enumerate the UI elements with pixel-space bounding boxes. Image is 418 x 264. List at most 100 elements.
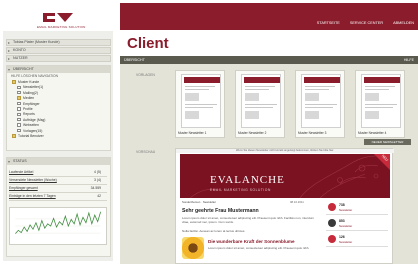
document-icon bbox=[17, 117, 21, 122]
overview-bar: ÜBERSICHT HILFE bbox=[120, 56, 418, 64]
tree-item-label: Tutorial Benutzer bbox=[18, 133, 44, 138]
thumbnail-header bbox=[244, 77, 280, 83]
status-row: Laufende Artikel 4 (5) bbox=[9, 169, 107, 177]
document-icon bbox=[17, 90, 21, 95]
preview-headline-2: Die wunderbare Kraft der Sonnenblume bbox=[208, 239, 295, 244]
status-row: Empfänger gesamt 34.559 bbox=[9, 185, 107, 193]
thumbnail-image bbox=[185, 93, 199, 101]
top-bar: STARTSEITE SERVICE CENTER ABMELDEN bbox=[120, 3, 418, 30]
badge-icon bbox=[328, 203, 336, 211]
new-newsletter-button[interactable]: NEUER NEWSLETTER bbox=[364, 139, 411, 145]
sunflower-image bbox=[182, 237, 204, 259]
side-text: Newsletter bbox=[339, 224, 353, 228]
status-value: 3 (4) bbox=[94, 178, 101, 182]
status-table: Laufende Artikel 4 (5) Versendete Newslet… bbox=[9, 169, 107, 201]
thumbnail-image bbox=[365, 93, 379, 101]
template-caption: Muster Newsletter 3 bbox=[298, 131, 327, 135]
document-icon bbox=[17, 101, 21, 106]
status-link[interactable]: Versendete Newsletter (Woche) bbox=[9, 177, 57, 184]
preview-headline: Sehr geehrte Frau Mustermann bbox=[182, 208, 259, 214]
nav-service-center[interactable]: SERVICE CENTER bbox=[350, 21, 383, 25]
document-icon bbox=[17, 123, 21, 127]
side-number: 738 bbox=[339, 203, 345, 207]
status-link[interactable]: Empfänger gesamt bbox=[9, 185, 38, 192]
status-link[interactable]: Laufende Artikel bbox=[9, 169, 33, 176]
thumbnail-line bbox=[185, 86, 215, 88]
preview-body: Nulla facilisi. Aenean ac lorem at lectu… bbox=[182, 229, 246, 233]
tree-item-label: Muster Kunde bbox=[18, 80, 40, 84]
document-icon bbox=[17, 128, 21, 133]
navigator-toolbar[interactable]: HILFE LÖSCHEN NAVIGATION bbox=[7, 73, 110, 79]
status-link[interactable]: Einträge in den letzten 7 Tagen bbox=[9, 193, 56, 200]
navigator-panel: ÜBERSICHT HILFE LÖSCHEN NAVIGATION Muste… bbox=[6, 65, 111, 151]
template-thumbnail bbox=[181, 74, 221, 128]
thumbnail-line bbox=[365, 107, 393, 109]
thumbnail-line bbox=[305, 86, 335, 88]
preview-body: Lorem ipsum dolor sit amet, consectetuer… bbox=[208, 246, 310, 250]
templates-label: VORLAGEN bbox=[136, 73, 155, 77]
tree-item-label: Newsletter(1) bbox=[23, 85, 44, 90]
thumbnail-header bbox=[304, 77, 340, 83]
help-link[interactable]: HILFE bbox=[404, 56, 414, 64]
preview-side-card[interactable]: 126 Newsletter bbox=[326, 233, 388, 247]
navigator-head[interactable]: ÜBERSICHT bbox=[7, 66, 110, 73]
nav-abmelden[interactable]: ABMELDEN bbox=[393, 21, 414, 25]
preview-side-card[interactable]: 738 Newsletter bbox=[326, 201, 388, 215]
nav-startseite[interactable]: STARTSEITE bbox=[317, 21, 340, 25]
folder-icon bbox=[17, 96, 21, 100]
template-card[interactable]: Muster Newsletter 3 bbox=[295, 70, 345, 138]
side-text: Newsletter bbox=[339, 208, 353, 212]
preview-sidebar: 738 Newsletter 853 Newsletter 126 Newsle… bbox=[326, 201, 388, 261]
status-row: Versendete Newsletter (Woche) 3 (4) bbox=[9, 177, 107, 185]
template-card[interactable]: Muster Newsletter 4 bbox=[355, 70, 405, 138]
thumbnail-line bbox=[305, 104, 337, 106]
preview-side-card[interactable]: 853 Newsletter bbox=[326, 217, 388, 231]
document-icon bbox=[17, 107, 21, 111]
thumbnail-line bbox=[245, 104, 277, 106]
tree-item-label: Profile bbox=[23, 106, 33, 111]
thumbnail-line bbox=[245, 89, 269, 91]
template-card[interactable]: Muster Newsletter 2 bbox=[235, 70, 285, 138]
template-card[interactable]: Muster Newsletter 1 bbox=[175, 70, 225, 138]
page-title: Client bbox=[127, 35, 169, 52]
thumbnail-line bbox=[185, 107, 213, 109]
tree-item-label: Reports bbox=[23, 112, 35, 117]
preview-browser-link[interactable]: Wenn Sie diesen Newsletter nicht korrekt… bbox=[176, 149, 394, 153]
side-number: 126 bbox=[339, 235, 345, 239]
sidebar-item-konto[interactable]: KONTO bbox=[6, 47, 111, 54]
status-value: 42 bbox=[97, 194, 101, 198]
tree-item-label: Medien bbox=[23, 96, 35, 101]
thumbnail-line bbox=[185, 104, 217, 106]
overview-label: ÜBERSICHT bbox=[124, 58, 145, 62]
template-caption: Muster Newsletter 1 bbox=[178, 131, 207, 135]
logo-icon bbox=[43, 13, 73, 22]
template-thumbnail bbox=[301, 74, 341, 128]
preview-brand-sub: EMAIL MARKETING SOLUTION bbox=[210, 188, 271, 192]
thumbnail-line bbox=[305, 89, 329, 91]
tree-item-label: Empfänger bbox=[23, 101, 40, 106]
logo[interactable]: EMAIL MARKETING SOLUTION bbox=[3, 3, 113, 31]
thumbnail-line bbox=[185, 89, 209, 91]
thumbnail-line bbox=[365, 104, 397, 106]
preview-brand: EVALANCHE bbox=[210, 174, 285, 186]
thumbnail-image bbox=[245, 111, 259, 119]
folder-tree: Muster Kunde Newsletter(1) Mailing(2) Me… bbox=[12, 80, 45, 139]
template-caption: Muster Newsletter 2 bbox=[238, 131, 267, 135]
folder-icon bbox=[12, 80, 16, 84]
tree-item[interactable]: Tutorial Benutzer bbox=[12, 134, 45, 139]
sidebar-item-nutzer[interactable]: NUTZER bbox=[6, 55, 111, 62]
template-caption: Muster Newsletter 4 bbox=[358, 131, 387, 135]
status-head[interactable]: STATUS bbox=[7, 158, 110, 165]
folder-icon bbox=[12, 134, 16, 138]
thumbnail-line bbox=[245, 86, 275, 88]
newsletter-preview: Wenn Sie diesen Newsletter nicht korrekt… bbox=[175, 148, 394, 264]
template-thumbnail bbox=[241, 74, 281, 128]
thumbnail-image bbox=[365, 111, 379, 119]
sparkline-series bbox=[15, 211, 101, 234]
sidebar-item-client[interactable]: Tobias Plater (Muster Kunde) bbox=[6, 39, 111, 46]
top-nav: STARTSEITE SERVICE CENTER ABMELDEN bbox=[317, 21, 414, 25]
status-value: 34.559 bbox=[90, 186, 101, 190]
preview-date: 08.10.2011 bbox=[290, 200, 304, 204]
activity-sparkline bbox=[9, 207, 107, 245]
tree-item-label: Webseiten bbox=[23, 123, 39, 128]
